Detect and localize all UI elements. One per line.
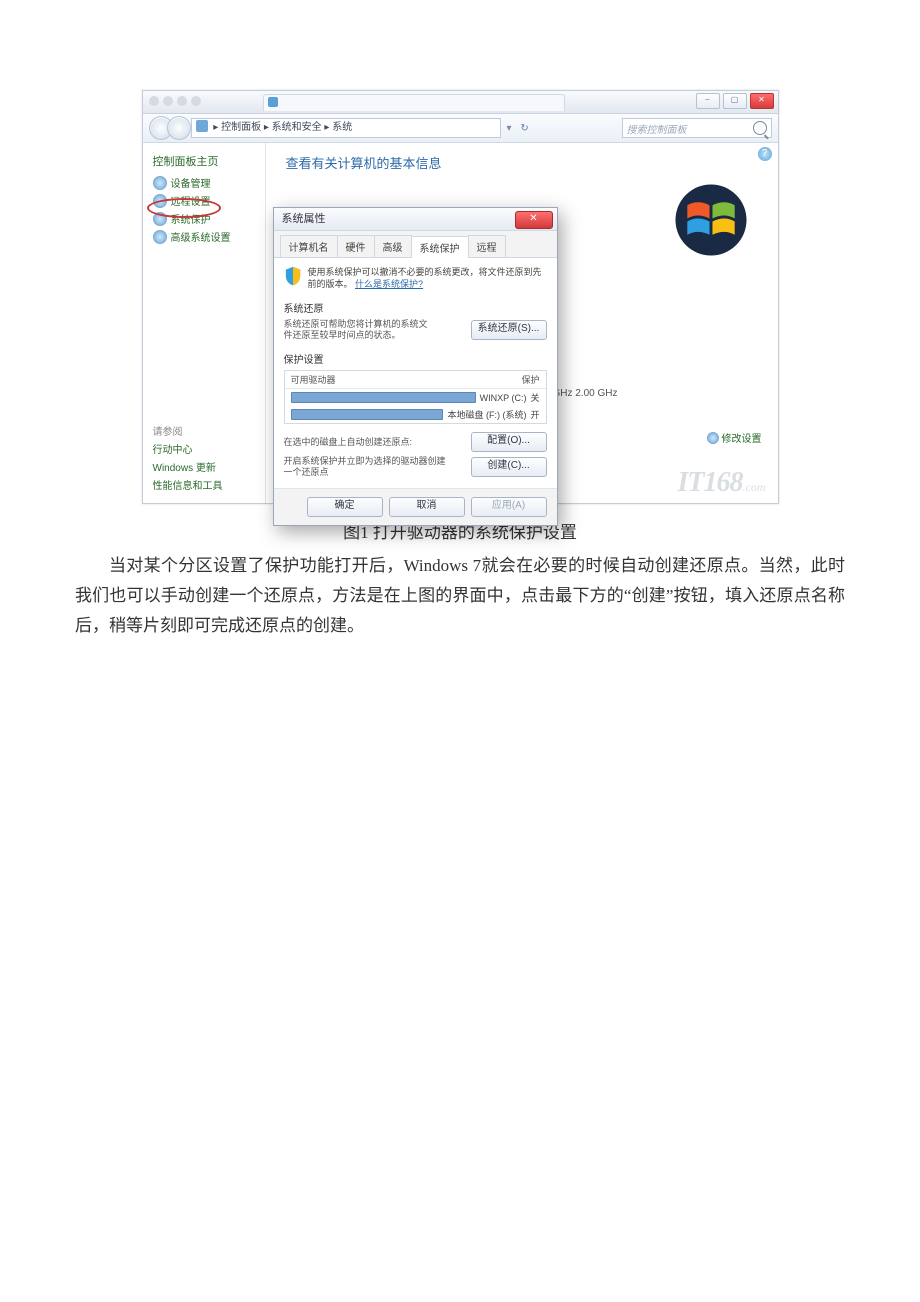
window-maximize-button[interactable]: ▢ xyxy=(723,93,747,109)
sidebar: 控制面板主页 设备管理 远程设置 系统保护 高级系统设置 请参阅 行动中心 Wi… xyxy=(143,143,266,503)
configure-button[interactable]: 配置(O)... xyxy=(471,432,547,452)
screenshot-frame: ⎯ ▢ ✕ ▸ 控制面板 ▸ 系统和安全 ▸ 系统 ▾ ↻ 搜索控制面板 xyxy=(142,90,779,504)
browser-chrome: ⎯ ▢ ✕ xyxy=(143,91,778,114)
sidebar-item-device-manager[interactable]: 设备管理 xyxy=(153,175,265,190)
drive-icon xyxy=(291,409,444,420)
see-also-performance[interactable]: 性能信息和工具 xyxy=(153,477,253,492)
browser-tab[interactable] xyxy=(263,94,565,111)
dialog-tabs: 计算机名 硬件 高级 系统保护 远程 xyxy=(274,231,557,258)
tab-hardware[interactable]: 硬件 xyxy=(337,235,375,257)
sidebar-home[interactable]: 控制面板主页 xyxy=(153,153,265,169)
apply-button[interactable]: 应用(A) xyxy=(471,497,547,517)
see-also-title: 请参阅 xyxy=(153,423,253,438)
window-close-button[interactable]: ✕ xyxy=(750,93,774,109)
bullet-icon xyxy=(153,230,167,244)
change-settings-link[interactable]: 修改设置 xyxy=(707,430,762,445)
col-protection: 保护 xyxy=(521,373,539,386)
tab-remote[interactable]: 远程 xyxy=(468,235,506,257)
col-drive: 可用驱动器 xyxy=(291,373,522,386)
create-desc: 开启系统保护并立即为选择的驱动器创建一个还原点 xyxy=(284,456,449,478)
dialog-close-button[interactable]: ✕ xyxy=(515,211,553,229)
breadcrumb[interactable]: ▸ 控制面板 ▸ 系统和安全 ▸ 系统 xyxy=(191,118,501,138)
breadcrumb-text: ▸ 控制面板 ▸ 系统和安全 ▸ 系统 xyxy=(213,122,352,133)
bullet-icon xyxy=(153,194,167,208)
control-panel-icon xyxy=(196,120,208,132)
tab-system-protection[interactable]: 系统保护 xyxy=(411,236,469,258)
body-paragraph: 当对某个分区设置了保护功能打开后，Windows 7就会在必要的时候自动创建还原… xyxy=(75,551,845,641)
sidebar-item-remote-settings[interactable]: 远程设置 xyxy=(153,193,265,208)
help-icon[interactable]: ? xyxy=(758,147,772,161)
page-title: 查看有关计算机的基本信息 xyxy=(286,153,766,172)
drive-list: 可用驱动器保护 WINXP (C:)关 本地磁盘 (F:) (系统)开 xyxy=(284,370,547,424)
config-desc: 在选中的磁盘上自动创建还原点: xyxy=(284,437,413,448)
drive-row[interactable]: 本地磁盘 (F:) (系统)开 xyxy=(285,406,546,423)
drive-row[interactable]: WINXP (C:)关 xyxy=(285,389,546,406)
see-also-windows-update[interactable]: Windows 更新 xyxy=(153,459,253,474)
ok-button[interactable]: 确定 xyxy=(307,497,383,517)
drive-icon xyxy=(291,392,476,403)
shield-icon xyxy=(284,266,302,286)
tab-advanced[interactable]: 高级 xyxy=(374,235,412,257)
windows-logo-icon xyxy=(674,183,748,260)
system-restore-button[interactable]: 系统还原(S)... xyxy=(471,320,547,340)
search-icon xyxy=(753,121,767,135)
cancel-button[interactable]: 取消 xyxy=(389,497,465,517)
system-properties-dialog: 系统属性 ✕ 计算机名 硬件 高级 系统保护 远程 使用系统保护可以撤消不必要的… xyxy=(273,207,558,526)
bullet-icon xyxy=(153,212,167,226)
protect-heading: 保护设置 xyxy=(284,351,547,366)
see-also-action-center[interactable]: 行动中心 xyxy=(153,441,253,456)
window-minimize-button[interactable]: ⎯ xyxy=(696,93,720,109)
explorer-address-bar: ▸ 控制面板 ▸ 系统和安全 ▸ 系统 ▾ ↻ 搜索控制面板 xyxy=(143,114,778,143)
tab-computer-name[interactable]: 计算机名 xyxy=(280,235,338,257)
bullet-icon xyxy=(153,176,167,190)
bullet-icon xyxy=(707,432,719,444)
sidebar-item-advanced-settings[interactable]: 高级系统设置 xyxy=(153,229,265,244)
watermark: IT168.com xyxy=(678,467,766,499)
tab-favicon-icon xyxy=(268,97,278,107)
nav-forward-button[interactable] xyxy=(167,116,191,140)
search-placeholder: 搜索控制面板 xyxy=(627,121,687,136)
hint-link[interactable]: 什么是系统保护? xyxy=(355,279,423,289)
search-input[interactable]: 搜索控制面板 xyxy=(622,118,772,138)
hint-text: 使用系统保护可以撤消不必要的系统更改，将文件还原到先前的版本。 xyxy=(308,267,542,289)
sidebar-item-system-protection[interactable]: 系统保护 xyxy=(153,211,265,226)
restore-desc: 系统还原可帮助您将计算机的系统文件还原至较早时间点的状态。 xyxy=(284,319,434,341)
restore-heading: 系统还原 xyxy=(284,300,547,315)
create-button[interactable]: 创建(C)... xyxy=(471,457,547,477)
